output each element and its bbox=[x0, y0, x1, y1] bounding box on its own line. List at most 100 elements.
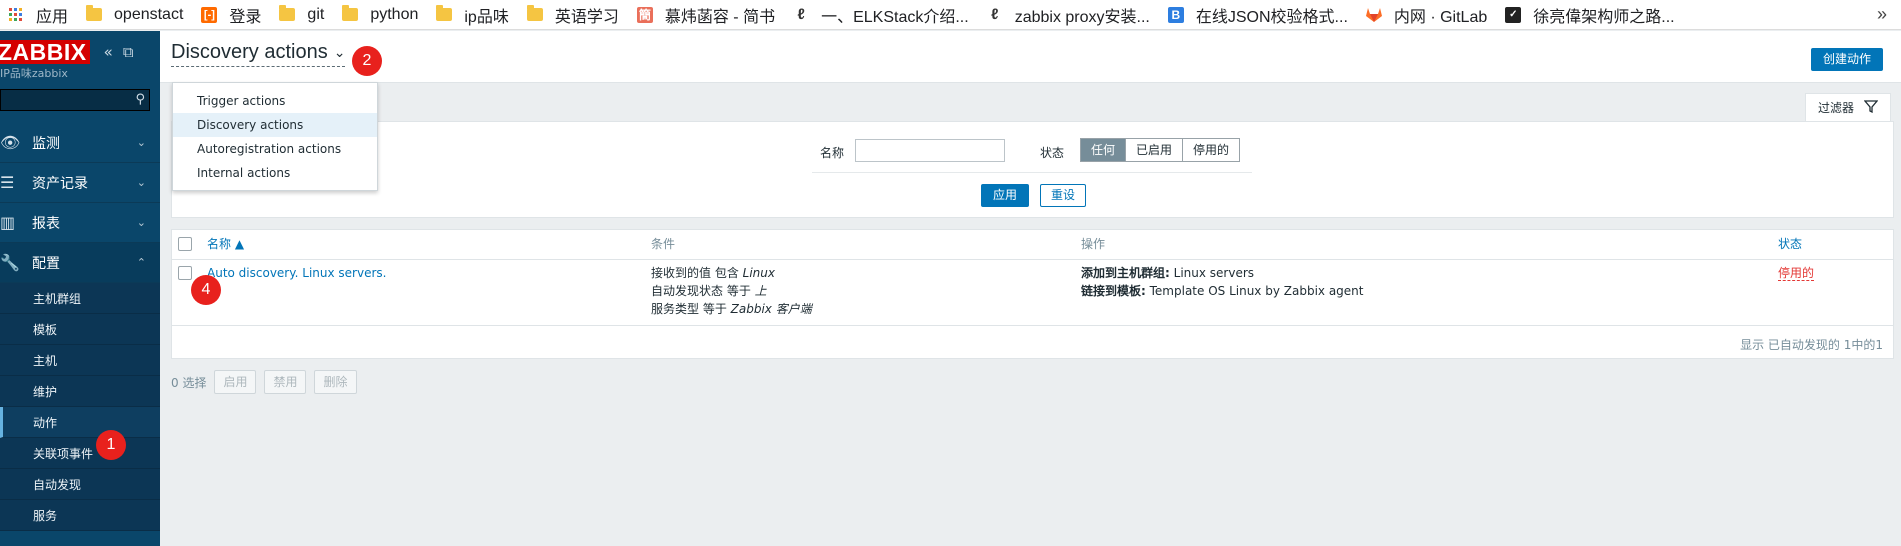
sidebar-item-monitoring[interactable]: 👁 监测 ⌄ bbox=[0, 123, 160, 163]
menu-label: 资产记录 bbox=[32, 175, 88, 192]
status-option-enabled[interactable]: 已启用 bbox=[1126, 139, 1184, 161]
bookmark-label: 登录 bbox=[229, 8, 262, 26]
bookmark-label: 英语学习 bbox=[554, 8, 619, 26]
eye-icon: 👁 bbox=[0, 133, 21, 152]
filter-divider bbox=[812, 172, 1252, 173]
page-header: Discovery actions ⌄ 创建动作 bbox=[160, 31, 1901, 83]
zabbix-logo[interactable]: ZABBIX bbox=[0, 40, 90, 64]
submenu-host-groups[interactable]: 主机群组 bbox=[0, 283, 160, 314]
bookmarks-overflow-button[interactable]: » bbox=[1877, 4, 1901, 25]
status-option-disabled[interactable]: 停用的 bbox=[1183, 139, 1240, 161]
status-toggle-link[interactable]: 停用的 bbox=[1778, 266, 1815, 281]
bulk-disable-button[interactable]: 禁用 bbox=[264, 370, 307, 394]
submenu-actions[interactable]: 动作 bbox=[0, 407, 160, 438]
select-all-checkbox[interactable] bbox=[178, 237, 192, 251]
bookmark-label: ip品味 bbox=[464, 8, 509, 26]
annotation-badge-4: 4 bbox=[191, 275, 221, 305]
bookmark-english[interactable]: 英语学习 bbox=[519, 0, 629, 30]
status-cell: 停用的 bbox=[1778, 264, 1815, 282]
annotation-badge-2: 2 bbox=[352, 46, 382, 76]
search-icon[interactable]: ⚲ bbox=[135, 92, 145, 107]
submenu-discovery[interactable]: 自动发现 bbox=[0, 469, 160, 500]
bookmark-label: git bbox=[307, 5, 325, 23]
bookmark-login[interactable]: [-] 登录 bbox=[193, 0, 271, 30]
column-header-status[interactable]: 状态 bbox=[1778, 230, 1802, 258]
site-icon: ✓ bbox=[1505, 6, 1522, 23]
action-type-dropdown: Trigger actions Discovery actions Autore… bbox=[172, 82, 378, 191]
condition-line: 自动发现状态 等于 上 bbox=[651, 284, 767, 298]
folder-icon bbox=[279, 5, 296, 23]
bulk-delete-button[interactable]: 删除 bbox=[314, 370, 357, 394]
column-header-conditions: 条件 bbox=[651, 237, 676, 251]
actions-table: 名称 ▲ 条件 操作 状态 Auto discovery. Linux serv… bbox=[171, 229, 1894, 359]
sidebar-item-configuration[interactable]: 🔧 配置 ⌃ bbox=[0, 243, 160, 283]
dropdown-item-autoregistration-actions[interactable]: Autoregistration actions bbox=[173, 137, 377, 161]
collapse-sidebar-icon[interactable]: « bbox=[104, 43, 113, 61]
menu-label: 监测 bbox=[32, 135, 60, 152]
operations-cell: 添加到主机群组: Linux servers 链接到模板: Template O… bbox=[1081, 264, 1363, 300]
submenu-hosts[interactable]: 主机 bbox=[0, 345, 160, 376]
bookmark-label: openstact bbox=[114, 5, 184, 23]
submenu-templates[interactable]: 模板 bbox=[0, 314, 160, 345]
bulk-actions: 0 选择 启用 禁用 删除 bbox=[171, 370, 357, 394]
bookmark-jianshu[interactable]: 簡慕炜菡容 - 简书 bbox=[629, 0, 785, 30]
conditions-cell: 接收到的值 包含 Linux 自动发现状态 等于 上 服务类型 等于 Zabbi… bbox=[651, 264, 812, 318]
annotation-badge-1: 1 bbox=[96, 430, 126, 460]
jianshu-icon: 簡 bbox=[636, 6, 653, 23]
bookmark-openstact[interactable]: openstact bbox=[78, 0, 193, 30]
filter-reset-button[interactable]: 重设 bbox=[1040, 184, 1087, 207]
bulk-enable-button[interactable]: 启用 bbox=[214, 370, 257, 394]
bookmark-label: 应用 bbox=[36, 8, 69, 26]
bookmark-elk[interactable]: ℓ 一、ELKStack介绍... bbox=[785, 0, 979, 30]
sidebar-item-inventory[interactable]: ☰ 资产记录 ⌄ bbox=[0, 163, 160, 203]
sidebar-search-input[interactable]: ⚲ bbox=[0, 89, 150, 111]
chart-icon: ▥ bbox=[0, 213, 16, 232]
submenu-event-correlation[interactable]: 关联项事件 bbox=[0, 438, 160, 469]
folder-icon bbox=[436, 5, 453, 23]
bookmark-python[interactable]: python bbox=[334, 0, 428, 30]
chevron-down-icon: ⌄ bbox=[136, 176, 146, 189]
filter-icon bbox=[1863, 99, 1879, 116]
dropdown-item-internal-actions[interactable]: Internal actions bbox=[173, 161, 377, 185]
filter-tab[interactable]: 过滤器 bbox=[1805, 93, 1891, 121]
submenu-maintenance[interactable]: 维护 bbox=[0, 376, 160, 407]
bookmarks-bar: 应用 openstact [-] 登录 git python ip品味 英语学习 … bbox=[0, 0, 1901, 30]
chevron-down-icon: ⌄ bbox=[136, 216, 146, 229]
bookmark-apps[interactable]: 应用 bbox=[0, 0, 78, 30]
folder-icon bbox=[86, 5, 103, 23]
operation-line: 链接到模板: Template OS Linux by Zabbix agent bbox=[1081, 284, 1364, 298]
bookmark-gitlab[interactable]: 内网 · GitLab bbox=[1358, 0, 1497, 30]
page-title: Discovery actions bbox=[171, 41, 328, 63]
bookmark-label: 在线JSON校验格式... bbox=[1195, 8, 1348, 26]
gitlab-icon bbox=[1365, 7, 1382, 23]
site-icon: ℓ bbox=[991, 6, 999, 23]
menu-label: 配置 bbox=[32, 255, 60, 272]
sidebar-item-reports[interactable]: ▥ 报表 ⌄ bbox=[0, 203, 160, 243]
submenu-services[interactable]: 服务 bbox=[0, 500, 160, 531]
create-action-button[interactable]: 创建动作 bbox=[1810, 48, 1883, 71]
action-type-selector[interactable]: Discovery actions ⌄ bbox=[171, 41, 346, 67]
server-name: IP品味zabbix bbox=[0, 67, 68, 80]
bookmark-zabbix-proxy[interactable]: ℓ zabbix proxy安装... bbox=[979, 0, 1160, 30]
bookmark-json[interactable]: B 在线JSON校验格式... bbox=[1160, 0, 1358, 30]
action-name-link[interactable]: Auto discovery. Linux servers. bbox=[207, 264, 386, 282]
bookmark-git[interactable]: git bbox=[271, 0, 334, 30]
bookmark-ip[interactable]: ip品味 bbox=[428, 0, 518, 30]
bookmark-architect[interactable]: ✓ 徐亮偉架构师之路... bbox=[1497, 0, 1684, 30]
dropdown-item-trigger-actions[interactable]: Trigger actions bbox=[173, 89, 377, 113]
menu-label: 报表 bbox=[32, 215, 60, 232]
column-header-name[interactable]: 名称 ▲ bbox=[207, 230, 244, 258]
table-footer-count: 显示 已自动发现的 1中的1 bbox=[1740, 338, 1883, 352]
filter-name-input[interactable] bbox=[855, 139, 1005, 162]
bookmark-label: zabbix proxy安装... bbox=[1014, 8, 1150, 26]
header-separator bbox=[172, 259, 1893, 260]
kiosk-mode-icon[interactable]: ⧉ bbox=[123, 43, 134, 61]
apps-grid-icon bbox=[8, 7, 24, 23]
filter-apply-button[interactable]: 应用 bbox=[981, 184, 1030, 207]
folder-icon bbox=[342, 5, 359, 23]
row-checkbox[interactable] bbox=[178, 266, 192, 280]
filter-tab-label: 过滤器 bbox=[1817, 101, 1854, 115]
status-option-any[interactable]: 任何 bbox=[1081, 139, 1127, 161]
dropdown-item-discovery-actions[interactable]: Discovery actions bbox=[173, 113, 377, 137]
bejson-icon: B bbox=[1167, 6, 1184, 23]
